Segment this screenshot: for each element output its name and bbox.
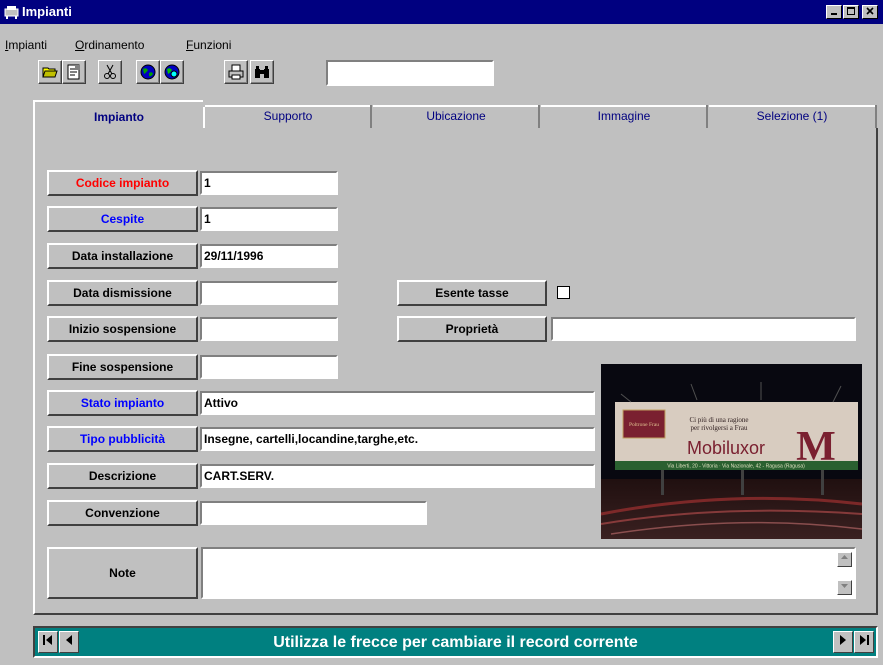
impianti-window: Impianti Impianti Ordinamento Funzioni I… [0,0,883,665]
proprieta-field[interactable] [551,317,856,341]
billboard-footer: Via Liberti, 20 - Vittoria · Via Naziona… [667,464,805,470]
billboard-small-sign: Poltrone Frau [629,422,659,428]
open-button[interactable] [38,60,62,84]
esente-tasse-checkbox[interactable] [557,286,570,299]
menu-ordinamento[interactable]: Ordinamento [75,38,144,52]
billboard-line-1: Ci più di una ragione [689,416,748,424]
properties-button[interactable] [62,60,86,84]
cut-icon [104,64,116,79]
descrizione-label: Descrizione [47,463,198,489]
convenzione-field[interactable] [200,501,427,525]
codice-impianto-label[interactable]: Codice impianto [47,170,198,196]
minimize-button[interactable] [826,5,842,19]
note-label: Note [47,547,198,599]
last-record-icon [860,635,869,645]
globe-button[interactable] [136,60,160,84]
binoculars-icon [255,66,269,78]
print-icon [228,64,244,80]
cespite-field[interactable]: 1 [200,207,338,231]
tab-ubicazione[interactable]: Ubicazione [373,101,539,131]
stato-impianto-field[interactable]: Attivo [200,391,595,415]
last-record-button[interactable] [854,631,874,653]
globe-icon [140,64,156,80]
title-bar[interactable]: Impianti [0,0,883,24]
next-record-icon [840,635,846,645]
globe-search-button[interactable] [160,60,184,84]
data-installazione-field[interactable]: 29/11/1996 [200,244,338,268]
window-title: Impianti [22,4,72,19]
tipo-pubblicita-label[interactable]: Tipo pubblicità [47,426,198,452]
app-icon [4,6,19,19]
billboard-brand: Mobiluxor [687,438,765,458]
tab-selezione[interactable]: Selezione (1) [709,101,875,131]
maximize-icon [847,7,855,15]
minimize-icon [831,13,837,15]
globe-search-icon [164,64,180,80]
close-button[interactable] [862,5,878,19]
inizio-sospensione-field[interactable] [200,317,338,341]
record-navigator: Utilizza le frecce per cambiare il recor… [33,626,878,658]
tipo-pubblicita-field[interactable]: Insegne, cartelli,locandine,targhe,etc. [200,427,595,451]
find-button[interactable] [250,60,274,84]
properties-icon [67,64,80,80]
arrow-up-icon [841,555,848,559]
note-scroll-up-button[interactable] [837,552,852,567]
menu-funzioni[interactable]: Funzioni [186,38,231,52]
billboard-image: Poltrone Frau Ci più di una ragione per … [601,364,862,539]
cespite-label[interactable]: Cespite [47,206,198,232]
stato-impianto-label[interactable]: Stato impianto [47,390,198,416]
note-scroll-down-button[interactable] [837,580,852,595]
proprieta-label: Proprietà [397,316,547,342]
navigator-message: Utilizza le frecce per cambiare il recor… [273,634,638,651]
esente-tasse-label: Esente tasse [397,280,547,306]
billboard-photo: Poltrone Frau Ci più di una ragione per … [601,364,862,539]
codice-impianto-field[interactable]: 1 [200,171,338,195]
maximize-button[interactable] [843,5,859,19]
data-dismissione-field[interactable] [200,281,338,305]
data-dismissione-label: Data dismissione [47,280,198,306]
menu-impianti[interactable]: Impianti [5,38,47,52]
menu-bar: Impianti Ordinamento Funzioni [0,28,883,52]
descrizione-field[interactable]: CART.SERV. [200,464,595,488]
convenzione-label: Convenzione [47,500,198,526]
open-folder-icon [42,67,58,78]
tab-immagine[interactable]: Immagine [541,101,707,131]
fine-sospensione-field[interactable] [200,355,338,379]
tab-supporto[interactable]: Supporto [205,101,371,131]
toolbar-search-input[interactable] [326,60,494,86]
print-button[interactable] [224,60,248,84]
fine-sospensione-label: Fine sospensione [47,354,198,380]
inizio-sospensione-label: Inizio sospensione [47,316,198,342]
note-textarea[interactable] [201,547,856,599]
close-icon [866,7,874,15]
billboard-line-2: per rivolgersi a Frau [691,424,748,432]
next-record-button[interactable] [833,631,853,653]
cut-button[interactable] [98,60,122,84]
data-installazione-label: Data installazione [47,243,198,269]
arrow-down-icon [841,584,848,588]
